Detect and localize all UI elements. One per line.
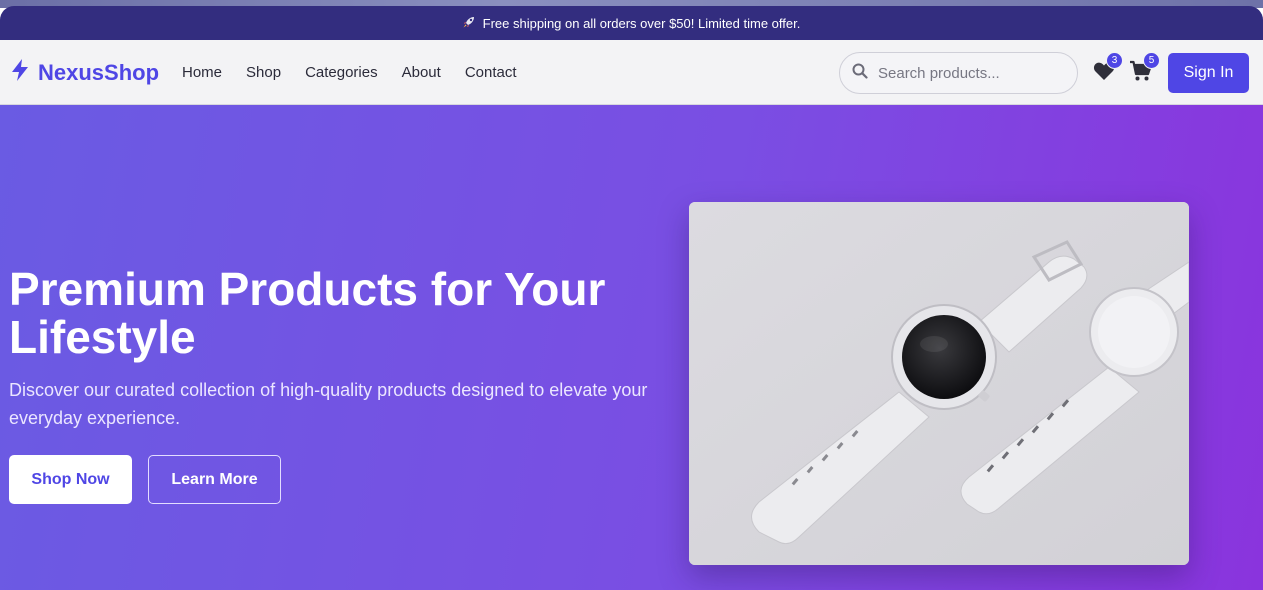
- hero-section: Premium Products for Your Lifestyle Disc…: [0, 105, 1263, 590]
- wishlist-count-badge: 3: [1106, 52, 1123, 69]
- page-frame: Free shipping on all orders over $50! Li…: [0, 0, 1263, 590]
- search-input[interactable]: [878, 64, 1058, 82]
- announcement-text: Free shipping on all orders over $50! Li…: [482, 15, 801, 31]
- navbar: NexusShop Home Shop Categories About Con…: [0, 40, 1263, 105]
- announcement-bar: Free shipping on all orders over $50! Li…: [0, 6, 1263, 40]
- nav-link-home[interactable]: Home: [182, 64, 222, 81]
- search-box: [839, 52, 1078, 94]
- nav-link-about[interactable]: About: [402, 64, 441, 81]
- cart-button[interactable]: 5: [1128, 52, 1160, 86]
- hero-title: Premium Products for Your Lifestyle: [9, 263, 606, 363]
- sign-in-button[interactable]: Sign In: [1168, 53, 1249, 93]
- wishlist-button[interactable]: 3: [1091, 52, 1123, 86]
- nav-link-contact[interactable]: Contact: [465, 64, 517, 81]
- main-nav: Home Shop Categories About Contact: [182, 64, 541, 81]
- cart-count-badge: 5: [1143, 52, 1160, 69]
- nav-link-shop[interactable]: Shop: [246, 64, 281, 81]
- search-icon: [852, 63, 868, 84]
- rocket-icon: [463, 16, 475, 31]
- brand-logo[interactable]: NexusShop: [10, 58, 159, 88]
- smartwatch-product-image: [689, 202, 1189, 565]
- hero-subtitle: Discover our curated collection of high-…: [9, 380, 648, 428]
- bolt-icon: [10, 58, 38, 88]
- learn-more-button[interactable]: Learn More: [148, 455, 281, 504]
- brand-name: NexusShop: [38, 60, 160, 85]
- shop-now-button[interactable]: Shop Now: [9, 455, 132, 504]
- nav-link-categories[interactable]: Categories: [305, 64, 378, 81]
